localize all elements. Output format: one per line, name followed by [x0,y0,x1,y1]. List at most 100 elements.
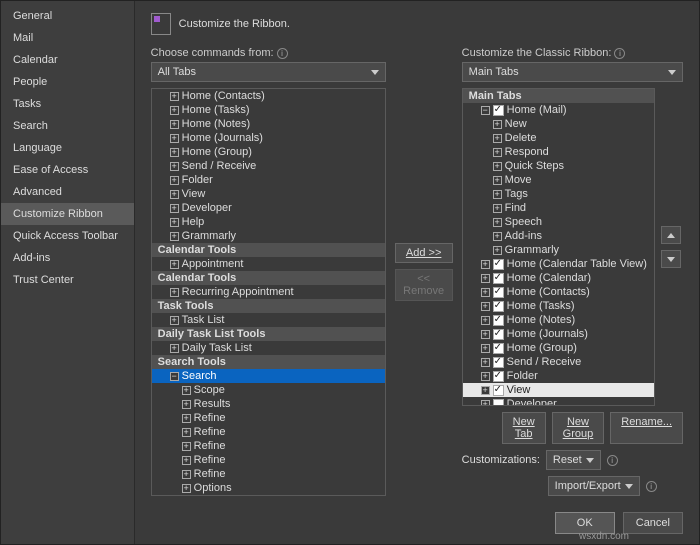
checkbox[interactable] [493,399,504,407]
checkbox[interactable] [493,105,504,116]
tree-item[interactable]: +Grammarly [152,229,385,243]
tree-item[interactable]: +Home (Tasks) [152,103,385,117]
expand-icon[interactable]: + [182,414,191,423]
tree-item[interactable]: Calendar Tools [152,271,385,285]
nav-item-search[interactable]: Search [1,115,134,137]
checkbox[interactable] [493,315,504,326]
tree-item[interactable]: +Home (Contacts) [463,285,654,299]
expand-icon[interactable]: + [170,120,179,129]
tree-item[interactable]: Main Tabs [463,89,654,103]
checkbox[interactable] [493,329,504,340]
tree-item[interactable]: +Add-ins [463,229,654,243]
expand-icon[interactable]: + [481,386,490,395]
tree-item[interactable]: +Refine [152,425,385,439]
expand-icon[interactable]: + [493,218,502,227]
customize-ribbon-combo[interactable]: Main Tabs [462,62,683,82]
tree-item[interactable]: +Developer [463,397,654,406]
expand-icon[interactable]: + [493,246,502,255]
tree-item[interactable]: +Home (Notes) [463,313,654,327]
expand-icon[interactable]: + [170,162,179,171]
checkbox[interactable] [493,259,504,270]
tree-item[interactable]: Calendar Tools [152,243,385,257]
tree-item[interactable]: +Scope [152,383,385,397]
nav-item-calendar[interactable]: Calendar [1,49,134,71]
expand-icon[interactable]: + [170,344,179,353]
expand-icon[interactable]: + [481,316,490,325]
tree-item[interactable]: +Help [152,215,385,229]
checkbox[interactable] [493,357,504,368]
info-icon[interactable]: i [607,455,618,466]
expand-icon[interactable]: + [493,120,502,129]
tree-item[interactable]: +Home (Tasks) [463,299,654,313]
reset-button[interactable]: Reset [546,450,601,470]
tree-item[interactable]: +Tags [463,187,654,201]
expand-icon[interactable]: + [481,302,490,311]
tree-item[interactable]: +Options [152,481,385,495]
move-down-button[interactable] [661,250,681,268]
expand-icon[interactable]: + [481,288,490,297]
choose-commands-combo[interactable]: All Tabs [151,62,386,82]
tree-item[interactable]: +View [152,187,385,201]
info-icon[interactable]: i [614,48,625,59]
nav-item-advanced[interactable]: Advanced [1,181,134,203]
nav-item-mail[interactable]: Mail [1,27,134,49]
expand-icon[interactable]: + [170,218,179,227]
nav-item-customize-ribbon[interactable]: Customize Ribbon [1,203,134,225]
expand-icon[interactable]: − [170,372,179,381]
tree-item[interactable]: +Home (Contacts) [152,89,385,103]
expand-icon[interactable]: + [493,190,502,199]
move-up-button[interactable] [661,226,681,244]
tree-item[interactable]: +Home (Calendar) [463,271,654,285]
expand-icon[interactable]: + [481,400,490,407]
expand-icon[interactable]: + [182,428,191,437]
expand-icon[interactable]: + [481,358,490,367]
tree-item[interactable]: −Home (Mail) [463,103,654,117]
tree-item[interactable]: +Home (Group) [152,145,385,159]
expand-icon[interactable]: + [493,176,502,185]
new-group-button[interactable]: New Group [552,412,605,444]
expand-icon[interactable]: + [170,190,179,199]
expand-icon[interactable]: + [182,400,191,409]
tree-item[interactable]: +Move [463,173,654,187]
nav-item-add-ins[interactable]: Add-ins [1,247,134,269]
expand-icon[interactable]: + [182,442,191,451]
nav-item-ease-of-access[interactable]: Ease of Access [1,159,134,181]
tree-item[interactable]: +Close [152,495,385,496]
new-tab-button[interactable]: New Tab [502,412,546,444]
checkbox[interactable] [493,343,504,354]
expand-icon[interactable]: + [182,470,191,479]
expand-icon[interactable]: + [170,232,179,241]
tree-item[interactable]: +Home (Journals) [463,327,654,341]
tree-item[interactable]: +Home (Group) [463,341,654,355]
tree-item[interactable]: +Send / Receive [463,355,654,369]
nav-item-trust-center[interactable]: Trust Center [1,269,134,291]
ribbon-list[interactable]: Main Tabs−Home (Mail)+New+Delete+Respond… [462,88,655,406]
expand-icon[interactable]: + [170,106,179,115]
expand-icon[interactable]: + [170,260,179,269]
expand-icon[interactable]: + [493,204,502,213]
expand-icon[interactable]: + [182,386,191,395]
nav-item-tasks[interactable]: Tasks [1,93,134,115]
tree-item[interactable]: +Home (Calendar Table View) [463,257,654,271]
nav-item-people[interactable]: People [1,71,134,93]
tree-item[interactable]: +New [463,117,654,131]
tree-item[interactable]: −Search [152,369,385,383]
expand-icon[interactable]: + [481,372,490,381]
tree-item[interactable]: Daily Task List Tools [152,327,385,341]
tree-item[interactable]: +View [463,383,654,397]
expand-icon[interactable]: + [182,456,191,465]
expand-icon[interactable]: + [481,330,490,339]
tree-item[interactable]: Search Tools [152,355,385,369]
tree-item[interactable]: +Refine [152,453,385,467]
tree-item[interactable]: +Appointment [152,257,385,271]
expand-icon[interactable]: + [170,92,179,101]
expand-icon[interactable]: + [170,134,179,143]
tree-item[interactable]: +Task List [152,313,385,327]
commands-list[interactable]: +Home (Contacts)+Home (Tasks)+Home (Note… [151,88,386,496]
expand-icon[interactable]: + [170,316,179,325]
tree-item[interactable]: +Folder [152,173,385,187]
tree-item[interactable]: +Respond [463,145,654,159]
nav-item-general[interactable]: General [1,5,134,27]
expand-icon[interactable]: + [493,134,502,143]
expand-icon[interactable]: + [170,176,179,185]
